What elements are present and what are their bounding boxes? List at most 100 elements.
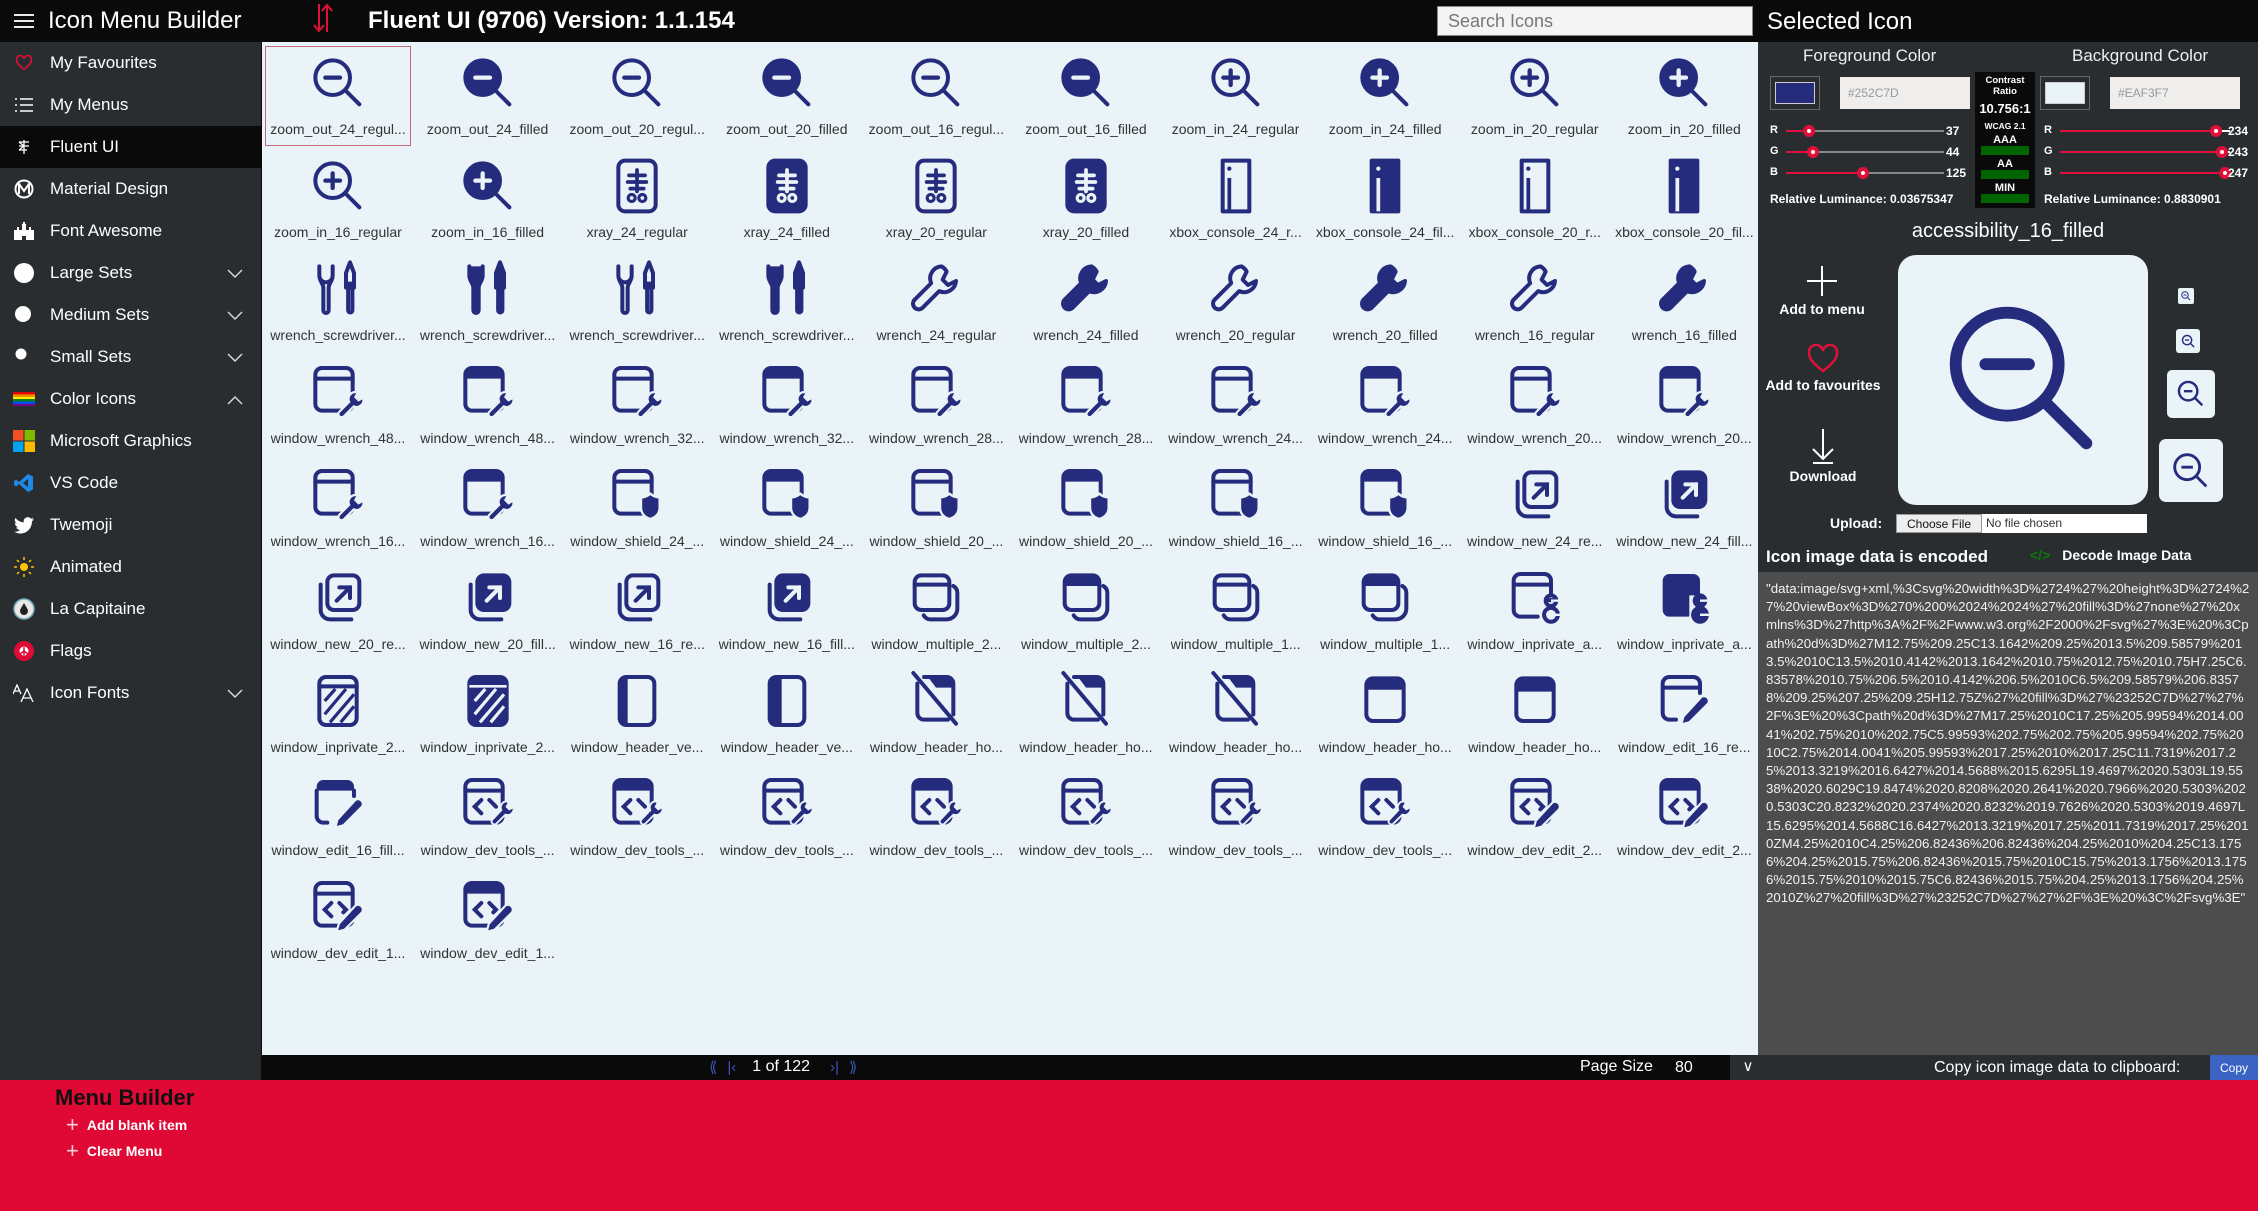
icon-tile[interactable]: window_wrench_24... bbox=[1312, 355, 1458, 455]
choose-file-button[interactable]: Choose File bbox=[1896, 514, 1982, 533]
add-to-menu-button[interactable]: Add to menu bbox=[1762, 264, 1882, 317]
icon-tile[interactable]: window_dev_tools_... bbox=[415, 767, 561, 867]
icon-tile[interactable]: wrench_16_regular bbox=[1462, 252, 1608, 352]
foreground-b-slider[interactable]: B 125 bbox=[1770, 164, 1970, 182]
sidebar-item-microsoft-graphics[interactable]: Microsoft Graphics bbox=[0, 420, 261, 462]
sidebar-item-vs-code[interactable]: VS Code bbox=[0, 462, 261, 504]
icon-tile[interactable]: wrench_20_filled bbox=[1312, 252, 1458, 352]
icon-tile[interactable]: window_wrench_16... bbox=[265, 458, 411, 558]
icon-tile[interactable]: window_multiple_2... bbox=[1013, 561, 1159, 661]
icon-tile[interactable]: zoom_in_24_regular bbox=[1163, 46, 1309, 146]
sidebar-item-animated[interactable]: Animated bbox=[0, 546, 261, 588]
chevron-down-icon[interactable] bbox=[227, 348, 243, 362]
icon-tile[interactable]: zoom_out_24_regul... bbox=[265, 46, 411, 146]
icon-tile[interactable]: window_new_20_fill... bbox=[415, 561, 561, 661]
icon-tile[interactable]: zoom_out_20_regul... bbox=[564, 46, 710, 146]
foreground-swatch[interactable] bbox=[1770, 76, 1820, 110]
icon-tile[interactable]: window_new_16_re... bbox=[564, 561, 710, 661]
icon-tile[interactable]: window_dev_tools_... bbox=[1312, 767, 1458, 867]
background-b-slider[interactable]: B 247 bbox=[2044, 164, 2248, 182]
background-r-slider[interactable]: R 234 bbox=[2044, 122, 2248, 140]
icon-tile[interactable]: xray_24_regular bbox=[564, 149, 710, 249]
icon-tile[interactable]: xray_20_regular bbox=[863, 149, 1009, 249]
icon-tile[interactable]: window_dev_tools_... bbox=[564, 767, 710, 867]
icon-tile[interactable]: window_new_24_re... bbox=[1462, 458, 1608, 558]
icon-tile[interactable]: xbox_console_20_fil... bbox=[1611, 149, 1757, 249]
sidebar-item-flags[interactable]: Flags bbox=[0, 630, 261, 672]
icon-tile[interactable]: window_dev_tools_... bbox=[1163, 767, 1309, 867]
icon-tile[interactable]: window_new_20_re... bbox=[265, 561, 411, 661]
sidebar-item-small-sets[interactable]: Small Sets bbox=[0, 336, 261, 378]
image-data-text[interactable]: "data:image/svg+xml,%3Csvg%20width%3D%27… bbox=[1758, 572, 2258, 1055]
last-page-icon[interactable]: ⟫ bbox=[849, 1058, 857, 1076]
background-g-slider[interactable]: G 243 bbox=[2044, 143, 2248, 161]
icon-tile[interactable]: window_wrench_48... bbox=[415, 355, 561, 455]
sidebar-item-large-sets[interactable]: Large Sets bbox=[0, 252, 261, 294]
icon-tile[interactable]: window_new_16_fill... bbox=[714, 561, 860, 661]
add-to-favourites-button[interactable]: Add to favourites bbox=[1758, 343, 1888, 393]
icon-tile[interactable]: window_header_ho... bbox=[1312, 664, 1458, 764]
icon-tile[interactable]: window_dev_edit_2... bbox=[1462, 767, 1608, 867]
icon-tile[interactable]: window_header_ho... bbox=[1462, 664, 1608, 764]
sidebar-item-medium-sets[interactable]: Medium Sets bbox=[0, 294, 261, 336]
icon-tile[interactable]: zoom_out_24_filled bbox=[415, 46, 561, 146]
icon-tile[interactable]: wrench_screwdriver... bbox=[564, 252, 710, 352]
icon-tile[interactable]: window_multiple_2... bbox=[863, 561, 1009, 661]
icon-tile[interactable]: window_dev_tools_... bbox=[1013, 767, 1159, 867]
icon-tile[interactable]: window_header_ve... bbox=[564, 664, 710, 764]
icon-tile[interactable]: zoom_in_20_filled bbox=[1611, 46, 1757, 146]
icon-tile[interactable]: wrench_screwdriver... bbox=[415, 252, 561, 352]
sidebar-item-my-menus[interactable]: My Menus bbox=[0, 84, 261, 126]
background-swatch[interactable] bbox=[2040, 76, 2090, 110]
sidebar-item-material-design[interactable]: Material Design bbox=[0, 168, 261, 210]
icon-tile[interactable]: wrench_20_regular bbox=[1163, 252, 1309, 352]
icon-tile[interactable]: window_inprivate_2... bbox=[415, 664, 561, 764]
icon-tile[interactable]: window_dev_edit_1... bbox=[415, 870, 561, 970]
prev-page-icon[interactable]: |‹ bbox=[727, 1059, 736, 1076]
icon-tile[interactable]: window_multiple_1... bbox=[1163, 561, 1309, 661]
download-button[interactable]: Download bbox=[1768, 427, 1878, 484]
foreground-r-slider[interactable]: R 37 bbox=[1770, 122, 1970, 140]
chevron-up-icon[interactable] bbox=[227, 390, 243, 405]
icon-tile[interactable]: window_edit_16_fill... bbox=[265, 767, 411, 867]
icon-tile[interactable]: window_new_24_fill... bbox=[1611, 458, 1757, 558]
slider-thumb[interactable] bbox=[1807, 146, 1820, 158]
page-size-input[interactable]: 80 bbox=[1665, 1055, 1725, 1080]
chevron-down-icon[interactable] bbox=[227, 264, 243, 278]
icon-tile[interactable]: xray_24_filled bbox=[714, 149, 860, 249]
icon-tile[interactable]: window_wrench_32... bbox=[564, 355, 710, 455]
icon-tile[interactable]: window_wrench_32... bbox=[714, 355, 860, 455]
icon-tile[interactable]: wrench_24_regular bbox=[863, 252, 1009, 352]
icon-tile[interactable]: window_shield_24_... bbox=[564, 458, 710, 558]
first-page-icon[interactable]: ⟪ bbox=[709, 1058, 717, 1076]
slider-thumb[interactable] bbox=[2216, 146, 2228, 158]
copy-button[interactable]: Copy bbox=[2210, 1055, 2258, 1080]
icon-tile[interactable]: xbox_console_24_fil... bbox=[1312, 149, 1458, 249]
icon-tile[interactable]: zoom_in_16_regular bbox=[265, 149, 411, 249]
icon-tile[interactable]: zoom_in_16_filled bbox=[415, 149, 561, 249]
sidebar-item-twemoji[interactable]: Twemoji bbox=[0, 504, 261, 546]
slider-thumb[interactable] bbox=[1857, 167, 1870, 179]
icon-tile[interactable]: window_wrench_20... bbox=[1611, 355, 1757, 455]
sidebar-item-icon-fonts[interactable]: Icon Fonts bbox=[0, 672, 261, 714]
icon-tile[interactable]: window_dev_tools_... bbox=[863, 767, 1009, 867]
icon-tile[interactable]: xray_20_filled bbox=[1013, 149, 1159, 249]
icon-tile[interactable]: zoom_out_20_filled bbox=[714, 46, 860, 146]
clear-menu-button[interactable]: + Clear Menu bbox=[66, 1140, 162, 1162]
icon-tile[interactable]: window_wrench_28... bbox=[863, 355, 1009, 455]
icon-tile[interactable]: wrench_16_filled bbox=[1611, 252, 1757, 352]
icon-tile[interactable]: window_wrench_48... bbox=[265, 355, 411, 455]
icon-tile[interactable]: window_header_ho... bbox=[1013, 664, 1159, 764]
slider-thumb[interactable] bbox=[2210, 125, 2222, 137]
sidebar-item-color-icons[interactable]: Color Icons bbox=[0, 378, 261, 420]
sidebar-item-fluent-ui[interactable]: Fluent UI bbox=[0, 126, 261, 168]
icon-tile[interactable]: window_edit_16_re... bbox=[1611, 664, 1757, 764]
add-blank-item-button[interactable]: + Add blank item bbox=[66, 1114, 187, 1136]
slider-track[interactable] bbox=[1786, 146, 1944, 158]
icon-tile[interactable]: window_multiple_1... bbox=[1312, 561, 1458, 661]
icon-tile[interactable]: window_wrench_28... bbox=[1013, 355, 1159, 455]
icon-tile[interactable]: wrench_24_filled bbox=[1013, 252, 1159, 352]
icon-tile[interactable]: zoom_out_16_regul... bbox=[863, 46, 1009, 146]
preview-size-64-button[interactable] bbox=[2159, 439, 2223, 502]
slider-track[interactable] bbox=[2060, 146, 2230, 158]
